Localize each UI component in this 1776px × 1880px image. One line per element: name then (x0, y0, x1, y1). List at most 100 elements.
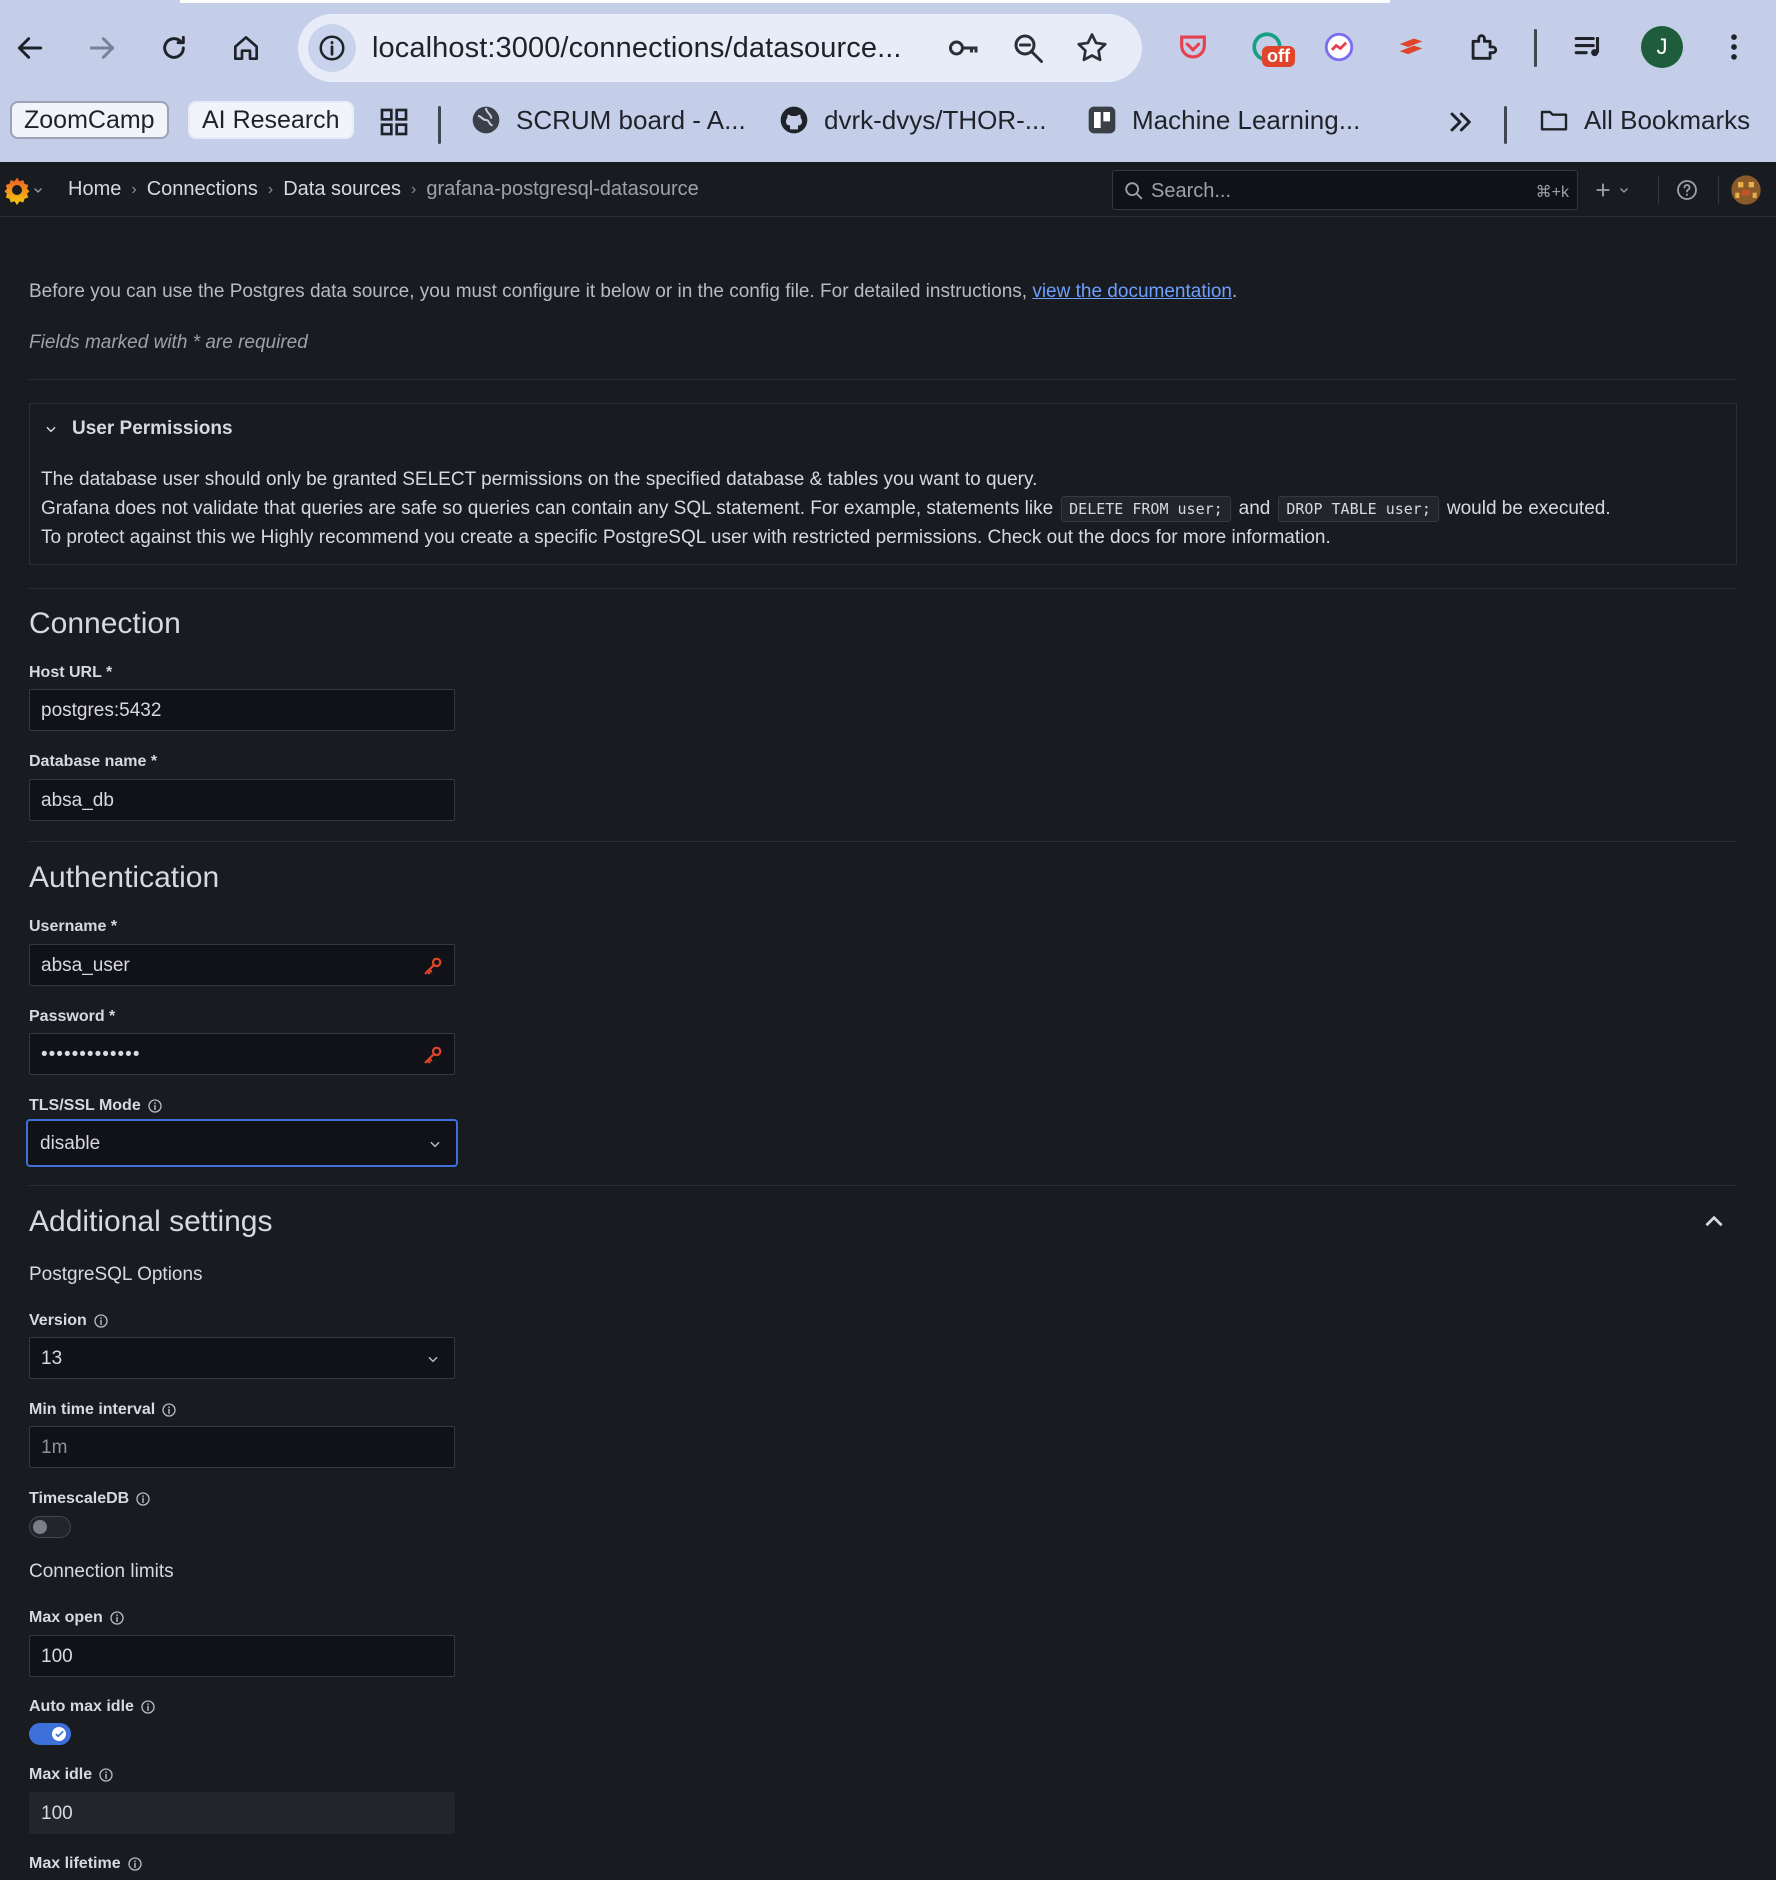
extensions-button[interactable] (1460, 24, 1506, 70)
bookmark-label: dvrk-dvys/THOR-... (824, 104, 1047, 135)
info-icon[interactable] (140, 1699, 156, 1715)
trello-icon (1088, 106, 1116, 134)
chevron-down-icon (46, 426, 56, 433)
info-icon[interactable] (98, 1767, 114, 1783)
authentication-heading: Authentication (29, 861, 220, 894)
username-input[interactable]: absa_user (29, 944, 455, 986)
timescaledb-toggle[interactable] (29, 1516, 71, 1538)
bookmark-github-thor[interactable]: dvrk-dvys/THOR-... (778, 100, 1046, 140)
tls-ssl-mode-label-text: TLS/SSL Mode (29, 1097, 141, 1114)
forward-button[interactable] (74, 20, 130, 76)
password-manager-key-icon[interactable] (422, 1044, 444, 1066)
puzzle-icon (1471, 34, 1498, 60)
breadcrumb-separator-icon: › (267, 180, 274, 198)
address-bar[interactable]: localhost:3000/connections/datasource... (298, 14, 1142, 82)
profile-avatar[interactable]: J (1639, 24, 1685, 70)
media-control-button[interactable] (1566, 24, 1612, 70)
grafana-topbar: Home › Connections › Data sources › graf… (0, 162, 1776, 217)
auto-max-idle-label-text: Auto max idle (29, 1698, 134, 1715)
cloud-extension[interactable] (1388, 24, 1434, 70)
help-button[interactable] (1675, 172, 1699, 208)
user-permissions-panel: User Permissions The database user shoul… (29, 403, 1737, 565)
star-icon[interactable] (1074, 30, 1110, 66)
max-open-input[interactable]: 100 (29, 1635, 455, 1677)
tls-ssl-mode-label: TLS/SSL Mode (29, 1097, 163, 1115)
tls-ssl-mode-value: disable (40, 1133, 101, 1154)
reload-icon (163, 35, 185, 59)
avatar-icon (1731, 175, 1761, 205)
auto-max-idle-toggle[interactable] (29, 1723, 71, 1745)
password-input[interactable]: ••••••••••••• (29, 1033, 455, 1075)
info-icon[interactable] (161, 1402, 177, 1418)
breadcrumb-connections[interactable]: Connections (147, 178, 258, 201)
host-url-input[interactable]: postgres:5432 (29, 689, 455, 731)
search-input[interactable]: Search... ⌘+k (1112, 170, 1578, 210)
home-button[interactable] (218, 20, 274, 76)
user-permissions-title: User Permissions (72, 418, 233, 439)
database-name-label: Database name * (29, 753, 158, 770)
user-avatar[interactable] (1730, 172, 1762, 208)
max-open-label: Max open (29, 1609, 125, 1627)
site-info-button[interactable] (308, 24, 356, 72)
user-permissions-toggle[interactable]: User Permissions (44, 418, 233, 440)
bookmark-folder-zoomcamp[interactable]: ZoomCamp (10, 101, 169, 139)
additional-settings-heading: Additional settings (29, 1205, 273, 1238)
password-label: Password * (29, 1008, 116, 1025)
bookmark-machine-learning[interactable]: Machine Learning... (1086, 100, 1360, 140)
info-icon[interactable] (147, 1098, 163, 1114)
zoom-icon[interactable] (1010, 30, 1046, 66)
username-label: Username * (29, 918, 118, 935)
plus-icon (1596, 183, 1610, 197)
version-select[interactable]: 13 (29, 1337, 455, 1379)
chevron-up-icon[interactable] (1701, 1209, 1727, 1235)
min-time-interval-placeholder: 1m (41, 1437, 68, 1458)
documentation-link[interactable]: view the documentation (1032, 281, 1232, 302)
bookmark-label: SCRUM board - A... (516, 104, 746, 135)
all-bookmarks-button[interactable]: All Bookmarks (1538, 100, 1750, 140)
password-manager-key-icon[interactable] (422, 955, 444, 977)
apps-grid-icon[interactable] (378, 106, 410, 138)
back-button[interactable] (2, 20, 58, 76)
chevron-double-right-icon[interactable] (1444, 106, 1476, 138)
breadcrumb-separator-icon: › (131, 180, 137, 198)
grafana-menu-button[interactable] (2, 174, 48, 206)
bookmark-folder-ai-research[interactable]: AI Research (188, 101, 354, 139)
extension-badge: off (1262, 46, 1295, 67)
divider (29, 588, 1737, 589)
new-button[interactable] (1592, 172, 1630, 208)
folder-icon (1540, 110, 1568, 131)
info-icon[interactable] (109, 1610, 125, 1626)
divider (29, 1185, 1737, 1186)
min-time-interval-label-text: Min time interval (29, 1401, 156, 1418)
chevron-down-icon (34, 188, 42, 193)
key-icon[interactable] (946, 30, 982, 66)
max-lifetime-label-text: Max lifetime (29, 1855, 121, 1872)
page-load-indicator (180, 0, 1390, 3)
messenger-extension[interactable] (1316, 24, 1362, 70)
pocket-extension[interactable] (1170, 24, 1216, 70)
bookmarks-divider (438, 106, 441, 144)
postgresql-options-heading: PostgreSQL Options (29, 1264, 203, 1285)
min-time-interval-input[interactable]: 1m (29, 1426, 455, 1468)
info-icon[interactable] (135, 1491, 151, 1507)
globe-icon (472, 106, 500, 134)
required-fields-note: Fields marked with * are required (29, 332, 308, 353)
info-icon[interactable] (127, 1856, 143, 1872)
timescaledb-label-text: TimescaleDB (29, 1490, 130, 1507)
code-snippet-drop: DROP TABLE user; (1278, 496, 1439, 522)
max-idle-input[interactable]: 100 (29, 1792, 455, 1834)
breadcrumb-home[interactable]: Home (68, 178, 121, 201)
breadcrumb-data-sources[interactable]: Data sources (283, 178, 401, 201)
info-icon[interactable] (93, 1313, 109, 1329)
divider (29, 841, 1737, 842)
grammarly-extension[interactable]: off (1244, 24, 1295, 70)
chevron-down-icon (430, 1141, 440, 1148)
browser-menu-button[interactable] (1711, 24, 1757, 70)
reload-button[interactable] (146, 20, 202, 76)
breadcrumb: Home › Connections › Data sources › graf… (68, 178, 699, 201)
playlist-icon (1574, 36, 1600, 57)
bookmark-scrum-board[interactable]: SCRUM board - A... (470, 100, 746, 140)
database-name-input[interactable]: absa_db (29, 779, 455, 821)
breadcrumb-current: grafana-postgresql-datasource (426, 178, 699, 200)
tls-ssl-mode-select[interactable]: disable (26, 1119, 458, 1167)
